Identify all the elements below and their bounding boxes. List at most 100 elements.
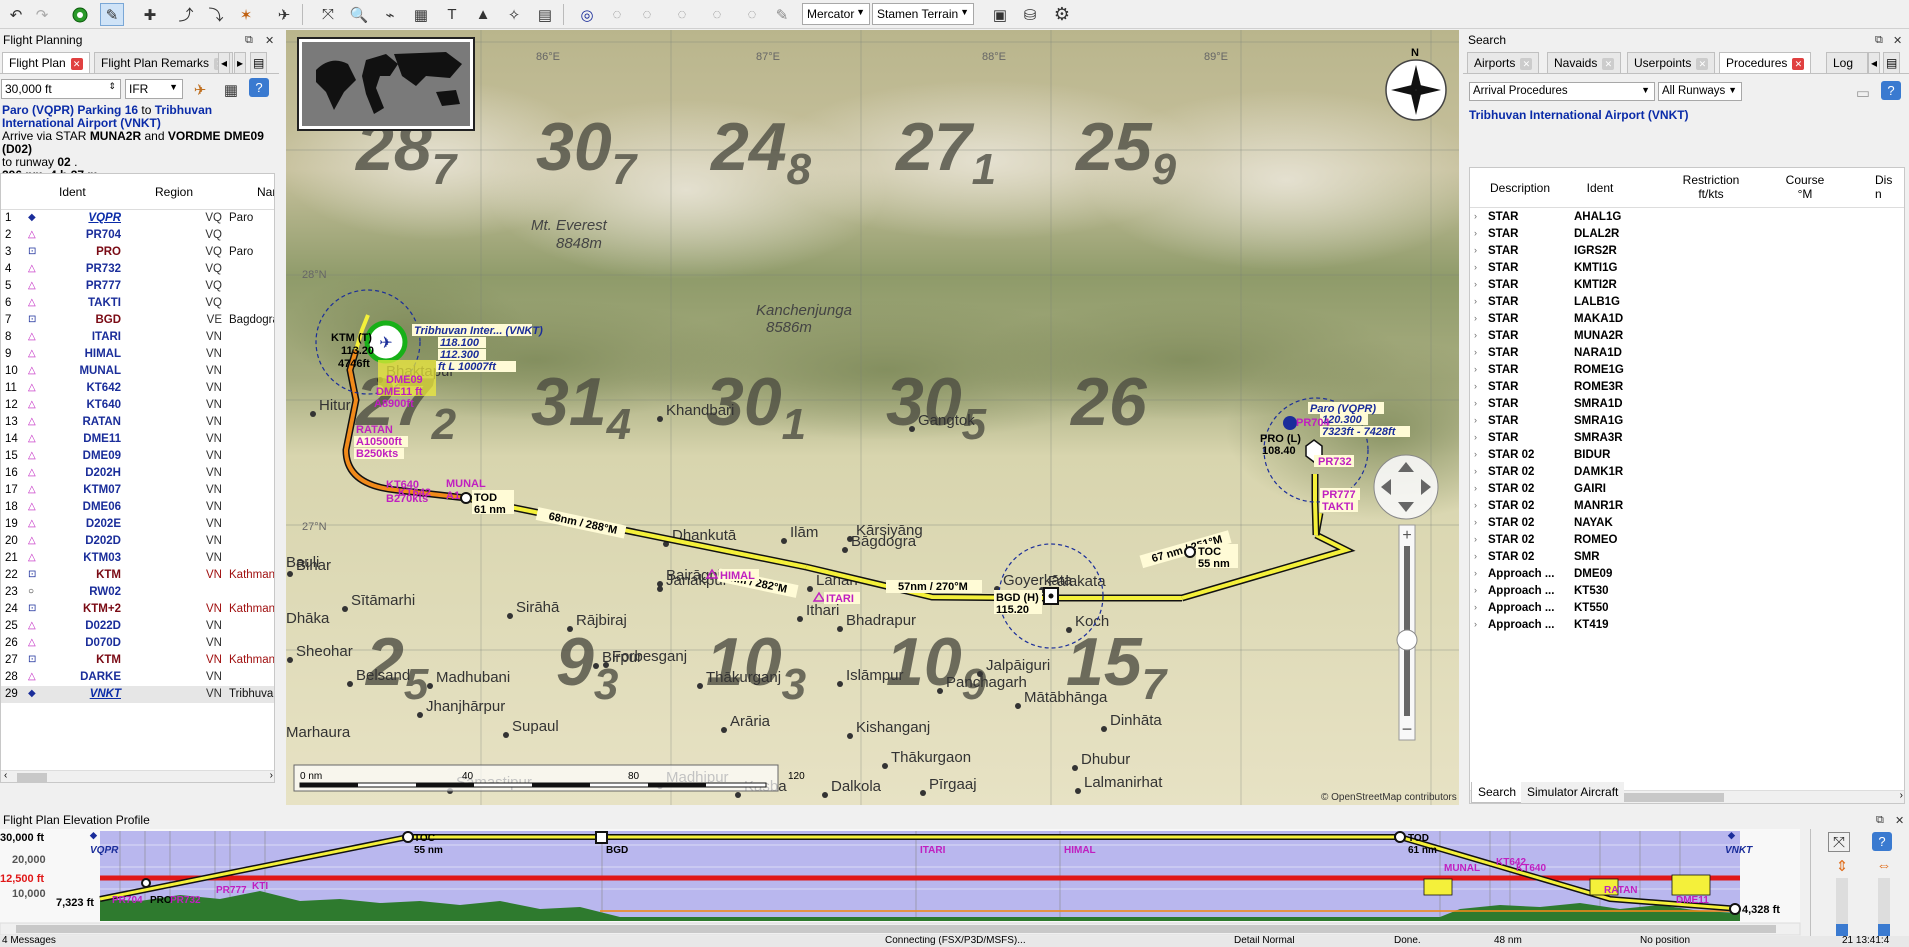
table-row[interactable]: › STAR LALB1G — [1470, 294, 1904, 311]
tab-scroll-left-icon[interactable]: ◂ — [218, 52, 231, 73]
add-waypoint-icon[interactable]: ✚ — [138, 3, 162, 26]
table-row[interactable]: 8 △ ITARI VN — [1, 329, 274, 346]
overview-map[interactable] — [297, 37, 475, 131]
help-icon[interactable]: ? — [1872, 832, 1892, 851]
tab-simulator-aircraft[interactable]: Simulator Aircraft — [1521, 782, 1625, 803]
table-row[interactable]: › STAR AHAL1G — [1470, 209, 1904, 226]
expand-arrow-icon[interactable]: › — [1474, 262, 1477, 272]
table-row[interactable]: 21 △ KTM03 VN — [1, 550, 274, 567]
expand-arrow-icon[interactable]: › — [1474, 534, 1477, 544]
table-row[interactable]: › STAR SMRA1G — [1470, 413, 1904, 430]
expand-arrow-icon[interactable]: › — [1474, 347, 1477, 357]
database-icon[interactable]: ⛁ — [1018, 3, 1042, 26]
table-row[interactable]: 6 △ TAKTI VQ — [1, 295, 274, 312]
table-row[interactable]: 3 ⊡ PRO VQ Paro — [1, 244, 274, 261]
help-icon[interactable]: ? — [1881, 81, 1901, 100]
table-row[interactable]: 4 △ PR732 VQ — [1, 261, 274, 278]
zoom-fit-icon[interactable]: ⤧ — [316, 3, 340, 26]
rules-select[interactable]: IFR ▼ — [125, 79, 183, 99]
aircraft-perf-icon[interactable]: ✈ — [188, 78, 212, 101]
expand-arrow-icon[interactable]: › — [1474, 228, 1477, 238]
zoom-fit-icon[interactable]: ⤧ — [1828, 832, 1850, 852]
expand-arrow-icon[interactable]: › — [1474, 466, 1477, 476]
table-row[interactable]: 7 ⊡ BGD VE Bagdogra — [1, 312, 274, 329]
layers-icon[interactable]: ▣ — [988, 3, 1012, 26]
vor-icon[interactable]: ◎ — [575, 3, 599, 26]
tab-scroll-left-icon[interactable]: ◂ — [1868, 52, 1881, 73]
expand-arrow-icon[interactable]: › — [1474, 245, 1477, 255]
table-row[interactable]: › STAR DLAL2R — [1470, 226, 1904, 243]
table-row[interactable]: › STAR 02 SMR — [1470, 549, 1904, 566]
horizontal-scrollbar[interactable]: ‹› — [1, 770, 274, 782]
tab-flight-plan-remarks[interactable]: Flight Plan Remarks✕ — [94, 52, 234, 73]
tab-procedures[interactable]: Procedures ✕ — [1719, 52, 1812, 73]
expand-arrow-icon[interactable]: › — [1474, 585, 1477, 595]
tab-menu-icon[interactable]: ▤ — [1883, 52, 1901, 73]
table-row[interactable]: 13 △ RATAN VN — [1, 414, 274, 431]
table-row[interactable]: › Approach ... KT550 — [1470, 600, 1904, 617]
table-row[interactable]: › STAR 02 DAMK1R — [1470, 464, 1904, 481]
table-row[interactable]: 15 △ DME09 VN — [1, 448, 274, 465]
tab-menu-icon[interactable]: ▤ — [250, 52, 268, 73]
table-row[interactable]: 27 ⊡ KTM VN Kathmandu — [1, 652, 274, 669]
tab-scroll-right-icon[interactable]: ▸ — [234, 52, 247, 73]
osm-attribution[interactable]: © OpenStreetMap contributors — [1321, 792, 1457, 803]
table-row[interactable]: 17 △ KTM07 VN — [1, 482, 274, 499]
dtr-icon[interactable]: ◌ — [705, 3, 729, 26]
table-row[interactable]: › STAR MAKA1D — [1470, 311, 1904, 328]
rste-icon[interactable]: ◌ — [670, 3, 694, 26]
tab-userpoints[interactable]: Userpoints ✕ — [1627, 52, 1716, 73]
expand-arrow-icon[interactable]: › — [1474, 279, 1477, 289]
table-row[interactable]: › Approach ... DME09 — [1470, 566, 1904, 583]
terrain-icon[interactable]: ▲ — [471, 3, 495, 26]
expand-arrow-icon[interactable]: › — [1474, 381, 1477, 391]
table-row[interactable]: 10 △ MUNAL VN — [1, 363, 274, 380]
float-icon[interactable]: ⧉ — [1875, 34, 1883, 47]
expand-arrow-icon[interactable]: › — [1474, 619, 1477, 629]
table-row[interactable]: › STAR IGRS2R — [1470, 243, 1904, 260]
redo-icon[interactable]: ↷ — [30, 3, 54, 26]
table-row[interactable]: › STAR SMRA1D — [1470, 396, 1904, 413]
select-tool-icon[interactable]: ✎ — [100, 3, 124, 26]
table-row[interactable]: › STAR 02 NAYAK — [1470, 515, 1904, 532]
table-row[interactable]: › STAR ROME1G — [1470, 362, 1904, 379]
table-row[interactable]: 19 △ D202E VN — [1, 516, 274, 533]
sparkle-icon[interactable]: ✶ — [234, 3, 258, 26]
expand-arrow-icon[interactable]: › — [1474, 313, 1477, 323]
expand-arrow-icon[interactable]: › — [1474, 483, 1477, 493]
table-row[interactable]: 11 △ KT642 VN — [1, 380, 274, 397]
runway-select[interactable]: All Runways ▼ — [1658, 82, 1742, 101]
table-row[interactable]: › STAR MUNA2R — [1470, 328, 1904, 345]
float-icon[interactable]: ⧉ — [1876, 814, 1884, 827]
vertical-zoom-icon[interactable]: ⇕ — [1830, 854, 1854, 877]
expand-arrow-icon[interactable]: › — [1474, 398, 1477, 408]
procedures-table[interactable]: Description Ident Restriction ft/kts Cour… — [1469, 167, 1905, 804]
table-row[interactable]: 22 ⊡ KTM VN Kathmandu — [1, 567, 274, 584]
table-row[interactable]: 12 △ KT640 VN — [1, 397, 274, 414]
table-row[interactable]: › STAR SMRA3R — [1470, 430, 1904, 447]
table-row[interactable]: › STAR 02 MANR1R — [1470, 498, 1904, 515]
table-row[interactable]: 24 ⊡ KTM+2 VN Kathmandu — [1, 601, 274, 618]
map-pan-control[interactable] — [1373, 454, 1439, 520]
table-row[interactable]: 9 △ HIMAL VN — [1, 346, 274, 363]
table-row[interactable]: 16 △ D202H VN — [1, 465, 274, 482]
float-icon[interactable]: ⧉ — [245, 34, 253, 47]
icao-icon[interactable]: ◌ — [605, 3, 629, 26]
aircraft-icon[interactable]: ✈ — [272, 3, 296, 26]
ptr-icon[interactable]: ◌ — [635, 3, 659, 26]
table-row[interactable]: 14 △ DME11 VN — [1, 431, 274, 448]
table-row[interactable]: › STAR 02 BIDUR — [1470, 447, 1904, 464]
expand-arrow-icon[interactable]: › — [1474, 449, 1477, 459]
settings-icon[interactable]: ▤ — [533, 3, 557, 26]
zoom-icon[interactable]: 🔍 — [347, 3, 371, 26]
expand-arrow-icon[interactable]: › — [1474, 568, 1477, 578]
table-row[interactable]: 5 △ PR777 VQ — [1, 278, 274, 295]
close-icon[interactable]: ✕ — [1895, 814, 1904, 827]
expand-arrow-icon[interactable]: › — [1474, 551, 1477, 561]
table-row[interactable]: › Approach ... KT530 — [1470, 583, 1904, 600]
table-row[interactable]: 29 ◆ VNKT VN Tribhuvan — [1, 686, 274, 703]
tab-search[interactable]: Search — [1471, 782, 1524, 803]
table-row[interactable]: › STAR NARA1D — [1470, 345, 1904, 362]
altitude-spinner[interactable]: 30,000 ft ⇕ — [1, 79, 121, 99]
user-icon[interactable]: ✎ — [770, 3, 794, 26]
